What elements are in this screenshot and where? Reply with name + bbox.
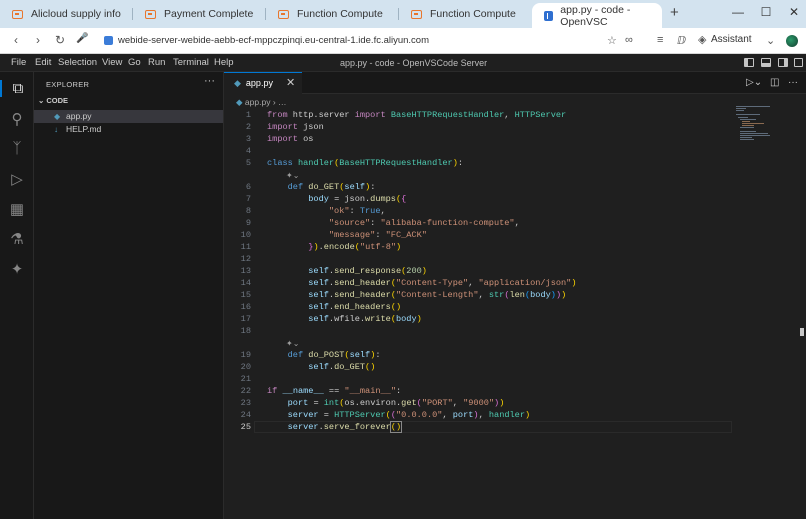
audio-icon[interactable]: ⅅ: [677, 34, 686, 47]
editor-tab-label: app.py: [245, 78, 273, 88]
breadcrumb: ◆ app.py › …: [236, 97, 287, 108]
browser-tab-title: Payment Complete: [164, 8, 254, 20]
assistant-button[interactable]: Assistant: [711, 34, 752, 45]
explorer-title: EXPLORER: [46, 80, 90, 89]
folder-code[interactable]: ⌄ CODE: [38, 96, 68, 105]
browser-tab-active[interactable]: app.py - code - OpenVSC: [532, 3, 662, 28]
alicloud-favicon-icon: [278, 9, 289, 19]
browser-tab-strip: Alicloud supply info Payment Complete Fu…: [0, 0, 806, 28]
browser-tab[interactable]: Alicloud supply info: [0, 3, 133, 25]
site-favicon-icon: [104, 36, 113, 45]
minimize-button[interactable]: —: [728, 5, 748, 19]
customize-layout-icon[interactable]: [794, 58, 803, 67]
activity-bar: ⧉ ⚲ ᛉ ▷ ▦ ⚗ ✦: [0, 72, 34, 519]
profile-avatar[interactable]: [786, 35, 798, 47]
menu-help[interactable]: Help: [214, 57, 234, 68]
menu-terminal[interactable]: Terminal: [173, 57, 209, 68]
toggle-panel-icon[interactable]: [761, 58, 771, 67]
editor-area: ◆ app.py ✕ ▷⌄ ◫ ··· ◆ app.py › … 1 from ht…: [224, 72, 806, 519]
vscode-favicon-icon: [544, 10, 555, 21]
python-file-icon: ◆: [234, 78, 241, 88]
share-icon[interactable]: ∞: [625, 34, 633, 46]
chevron-right-icon: ›: [272, 97, 276, 107]
chevron-down-icon: ⌄: [38, 96, 45, 105]
menu-view[interactable]: View: [102, 57, 122, 68]
chevron-down-icon[interactable]: ⌄: [766, 34, 775, 47]
close-window-button[interactable]: ✕: [784, 5, 804, 19]
bookmark-star-icon[interactable]: ☆: [607, 34, 617, 47]
plus-icon: +: [670, 4, 679, 21]
explorer-sidebar: EXPLORER ··· ⌄ CODE ◆ app.py ↓ HELP.md: [34, 72, 224, 519]
file-app-py[interactable]: ◆ app.py: [34, 110, 223, 123]
browser-tab-title: Function Compute: [297, 8, 383, 20]
editor-tabs: ◆ app.py ✕ ▷⌄ ◫ ···: [224, 72, 806, 94]
close-tab-icon[interactable]: ✕: [286, 73, 295, 93]
python-file-icon: ◆: [54, 112, 61, 121]
reload-icon[interactable]: ↻: [55, 33, 65, 47]
menu-file[interactable]: File: [11, 57, 26, 68]
explorer-icon[interactable]: ⧉: [0, 80, 34, 97]
more-actions-icon[interactable]: ···: [788, 77, 798, 88]
code-editor[interactable]: 1 from http.server import BaseHTTPRequest…: [224, 109, 734, 433]
file-label: app.py: [66, 111, 92, 121]
file-help-md[interactable]: ↓ HELP.md: [34, 123, 223, 136]
alicloud-favicon-icon: [12, 9, 23, 19]
testing-icon[interactable]: ⚗: [0, 230, 34, 248]
forward-icon[interactable]: ›: [36, 33, 40, 47]
run-python-icon[interactable]: ▷⌄: [746, 77, 762, 88]
maximize-button[interactable]: ☐: [756, 5, 776, 19]
url-field[interactable]: webide-server-webide-aebb-ecf-mppczpinqi…: [118, 35, 429, 46]
menu-run[interactable]: Run: [148, 57, 165, 68]
alicloud-favicon-icon: [145, 9, 156, 19]
vscode-titlebar: File Edit Selection View Go Run Terminal…: [0, 54, 806, 72]
browser-tab[interactable]: Function Compute: [266, 3, 399, 25]
file-label: HELP.md: [66, 124, 102, 134]
reader-mode-icon[interactable]: ≡: [657, 34, 663, 46]
menu-go[interactable]: Go: [128, 57, 141, 68]
assistant-icon: ◈: [698, 34, 707, 46]
folder-label: CODE: [46, 96, 69, 105]
python-file-icon: ◆: [236, 97, 243, 107]
markdown-file-icon: ↓: [54, 125, 58, 134]
browser-tab-title: Alicloud supply info: [31, 8, 121, 20]
more-actions-icon[interactable]: ···: [204, 75, 215, 87]
address-bar-row: ‹ › ↻ 🎤 webide-server-webide-aebb-ecf-mp…: [0, 28, 806, 54]
vscode-window: File Edit Selection View Go Run Terminal…: [0, 54, 806, 519]
extensions-icon[interactable]: ▦: [0, 200, 34, 218]
split-editor-icon[interactable]: ◫: [770, 77, 779, 88]
toggle-sidebar-icon[interactable]: [744, 58, 754, 67]
back-icon[interactable]: ‹: [14, 33, 18, 47]
browser-tab-title: Function Compute: [430, 8, 516, 20]
browser-tab-title: app.py - code - OpenVSC: [560, 3, 631, 28]
browser-tab[interactable]: Function Compute: [399, 3, 531, 25]
function-compute-icon[interactable]: ✦: [0, 260, 34, 278]
alicloud-favicon-icon: [411, 9, 422, 19]
editor-tab-app-py[interactable]: ◆ app.py ✕: [224, 72, 302, 94]
toggle-secondary-sidebar-icon[interactable]: [778, 58, 788, 67]
search-icon[interactable]: ⚲: [0, 110, 34, 128]
menu-edit[interactable]: Edit: [35, 57, 51, 68]
run-debug-icon[interactable]: ▷: [0, 170, 34, 188]
breadcrumb-rest[interactable]: …: [278, 97, 287, 107]
minimap[interactable]: [736, 106, 782, 146]
browser-tab[interactable]: Payment Complete: [133, 3, 266, 25]
microphone-icon[interactable]: 🎤: [76, 33, 88, 44]
new-tab-button[interactable]: +: [670, 4, 679, 21]
window-title: app.py - code - OpenVSCode Server: [340, 58, 488, 68]
source-control-icon[interactable]: ᛉ: [0, 140, 34, 157]
breadcrumb-file[interactable]: app.py: [245, 97, 271, 107]
menu-selection[interactable]: Selection: [58, 57, 97, 68]
scrollbar-thumb[interactable]: [800, 328, 804, 336]
